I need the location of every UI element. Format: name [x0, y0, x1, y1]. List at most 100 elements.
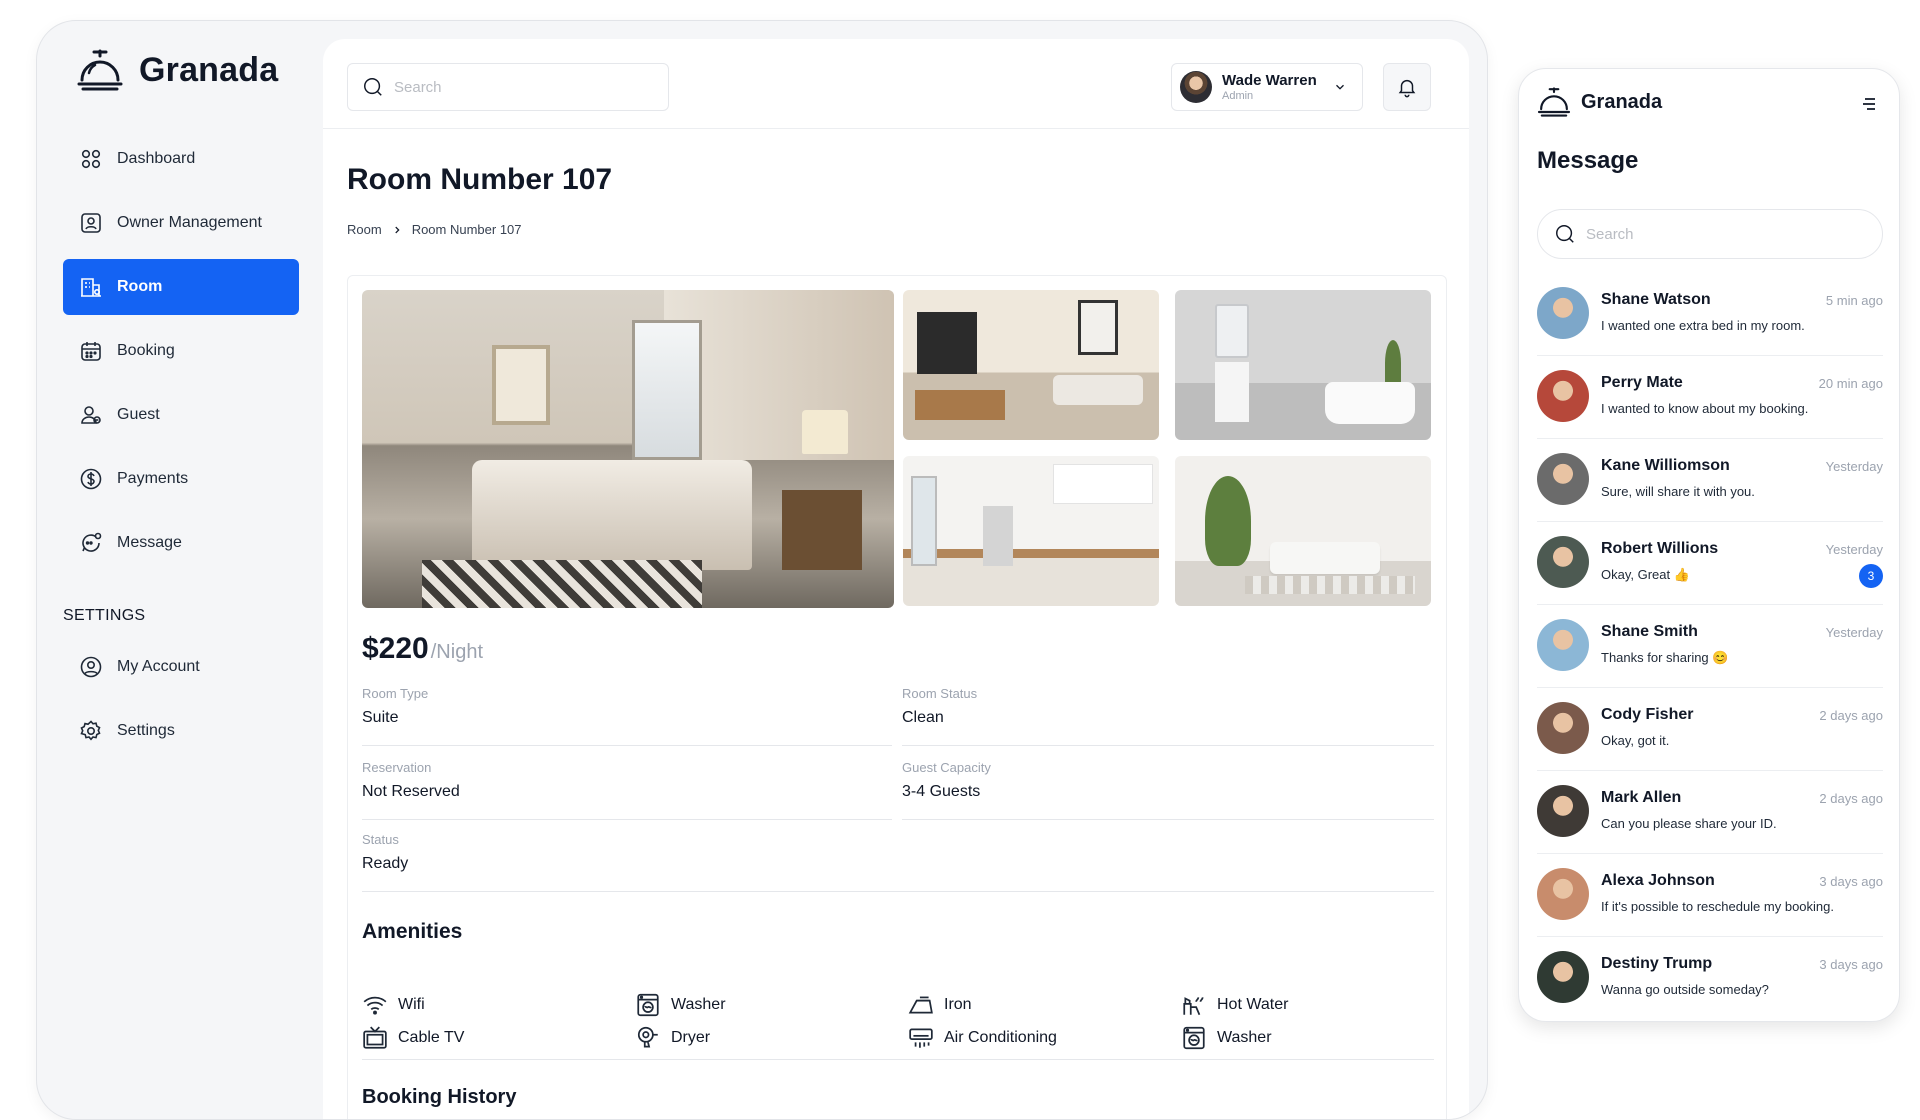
conversation-item[interactable]: Cody Fisher 2 days ago Okay, got it.	[1537, 688, 1883, 771]
detail-status: Status Ready	[362, 832, 1434, 892]
sidebar-item-my-account[interactable]: My Account	[63, 639, 299, 695]
conversation-preview: Can you please share your ID.	[1601, 816, 1777, 831]
sidebar-nav: Dashboard Owner Management Room Booking …	[63, 131, 299, 767]
message-search-field[interactable]	[1537, 209, 1883, 259]
sidebar-item-settings[interactable]: Settings	[63, 703, 299, 759]
conversation-name: Robert Willions	[1601, 540, 1719, 557]
detail-value: Ready	[362, 855, 409, 872]
breadcrumb-link-room[interactable]: Room	[347, 222, 382, 237]
conversation-name: Alexa Johnson	[1601, 872, 1715, 889]
conversation-list: Shane Watson 5 min ago I wanted one extra …	[1537, 273, 1883, 1020]
amenity-item: Air Conditioning	[908, 1021, 1181, 1054]
conversation-name: Kane Williomson	[1601, 457, 1730, 474]
price-value: $220	[362, 632, 429, 665]
sidebar-item-booking[interactable]: Booking	[63, 323, 299, 379]
menu-icon[interactable]	[1861, 97, 1877, 111]
sidebar-item-label: Message	[117, 534, 182, 551]
conversation-item[interactable]: Perry Mate 20 min ago I wanted to know abo…	[1537, 356, 1883, 439]
message-search-input[interactable]	[1586, 225, 1866, 243]
sidebar-item-room[interactable]: Room	[63, 259, 299, 315]
sidebar-item-label: Dashboard	[117, 150, 196, 167]
sidebar-item-payments[interactable]: Payments	[63, 451, 299, 507]
sidebar-item-label: Owner Management	[117, 214, 262, 231]
conversation-time: 2 days ago	[1819, 791, 1883, 806]
room-details-card: $220 /Night Room Type Suite Room Status …	[347, 275, 1447, 1119]
room-price: $220 /Night	[362, 632, 483, 666]
price-unit: /Night	[430, 641, 483, 663]
sidebar-item-label: Booking	[117, 342, 175, 359]
conversation-name: Cody Fisher	[1601, 706, 1694, 723]
notifications-button[interactable]	[1383, 63, 1431, 111]
brand-logo[interactable]: Granada	[77, 49, 278, 91]
detail-room-status: Room Status Clean	[902, 686, 1434, 746]
conversation-preview: Wanna go outside someday?	[1601, 982, 1769, 997]
chevron-right-icon	[394, 226, 400, 233]
conversation-preview: Sure, will share it with you.	[1601, 484, 1755, 499]
search-input[interactable]	[394, 78, 654, 96]
avatar	[1537, 453, 1589, 505]
message-panel: Granada Message Shane Watson 5 min ago I w…	[1518, 68, 1900, 1022]
amenity-label: Dryer	[671, 1028, 711, 1046]
search-icon	[364, 78, 382, 96]
conversation-time: 2 days ago	[1819, 708, 1883, 723]
room-photo-living[interactable]	[903, 290, 1159, 440]
search-field[interactable]	[347, 63, 669, 111]
chat-icon	[82, 532, 102, 552]
room-photo-bedroom[interactable]	[362, 290, 894, 608]
amenity-item: Wifi	[362, 988, 635, 1021]
conversation-name: Shane Watson	[1601, 291, 1711, 308]
amenity-label: Cable TV	[398, 1028, 465, 1046]
conversation-item[interactable]: Robert Willions Yesterday Okay, Great 👍 3	[1537, 522, 1883, 605]
avatar	[1537, 536, 1589, 588]
amenities-title: Amenities	[362, 920, 463, 943]
grid-icon	[81, 149, 101, 169]
user-name: Wade Warren	[1222, 72, 1317, 89]
conversation-name: Mark Allen	[1601, 789, 1682, 806]
conversation-preview: Okay, got it.	[1601, 733, 1670, 748]
amenity-item: Washer	[635, 988, 908, 1021]
sidebar-item-label: Room	[117, 278, 163, 295]
user-menu[interactable]: Wade Warren Admin	[1171, 63, 1363, 111]
conversation-item[interactable]: Shane Watson 5 min ago I wanted one extra …	[1537, 273, 1883, 356]
conversation-preview: I wanted to know about my booking.	[1601, 401, 1809, 416]
breadcrumb-current: Room Number 107	[411, 222, 522, 237]
room-photo-lounge[interactable]	[1175, 456, 1431, 606]
users-icon	[81, 406, 101, 424]
dashboard-frame: Granada Dashboard Owner Management Room …	[36, 20, 1488, 1120]
user-info: Wade Warren Admin	[1222, 72, 1317, 102]
avatar	[1180, 71, 1212, 103]
unread-badge: 3	[1859, 564, 1883, 588]
message-brand-name: Granada	[1581, 90, 1663, 113]
conversation-item[interactable]: Mark Allen 2 days ago Can you please share…	[1537, 771, 1883, 854]
detail-label: Guest Capacity	[902, 760, 991, 775]
amenity-label: Air Conditioning	[944, 1028, 1057, 1046]
amenity-item: Iron	[908, 988, 1181, 1021]
page-title: Room Number 107	[347, 163, 613, 196]
room-photo-bathroom[interactable]	[1175, 290, 1431, 440]
sidebar-item-guest[interactable]: Guest	[63, 387, 299, 443]
sidebar-item-owner-management[interactable]: Owner Management	[63, 195, 299, 251]
conversation-time: Yesterday	[1825, 542, 1883, 557]
wifi-icon	[363, 996, 387, 1015]
amenity-item: Washer	[1181, 1021, 1434, 1054]
hot-water-icon	[1183, 996, 1204, 1015]
conversation-item[interactable]: Shane Smith Yesterday Thanks for sharing 😊	[1537, 605, 1883, 688]
conversation-item[interactable]: Alexa Johnson 3 days ago If it's possible …	[1537, 854, 1883, 937]
detail-room-type: Room Type Suite	[362, 686, 892, 746]
conversation-item[interactable]: Destiny Trump 3 days ago Wanna go outside …	[1537, 937, 1883, 1020]
detail-label: Room Type	[362, 686, 429, 701]
settings-heading: SETTINGS	[63, 607, 146, 624]
detail-label: Room Status	[902, 686, 978, 701]
room-photo-kitchen[interactable]	[903, 456, 1159, 606]
calendar-icon	[81, 342, 101, 361]
amenity-label: Hot Water	[1217, 995, 1289, 1013]
detail-value: Not Reserved	[362, 783, 460, 800]
amenity-item: Dryer	[635, 1021, 908, 1054]
sidebar-item-dashboard[interactable]: Dashboard	[63, 131, 299, 187]
amenity-item: Hot Water	[1181, 988, 1434, 1021]
conversation-time: 5 min ago	[1825, 293, 1883, 308]
sidebar-item-message[interactable]: Message	[63, 515, 299, 571]
conversation-item[interactable]: Kane Williomson Yesterday Sure, will share…	[1537, 439, 1883, 522]
main-content: Wade Warren Admin Room Number 107 Room R…	[323, 39, 1469, 1119]
avatar	[1537, 370, 1589, 422]
